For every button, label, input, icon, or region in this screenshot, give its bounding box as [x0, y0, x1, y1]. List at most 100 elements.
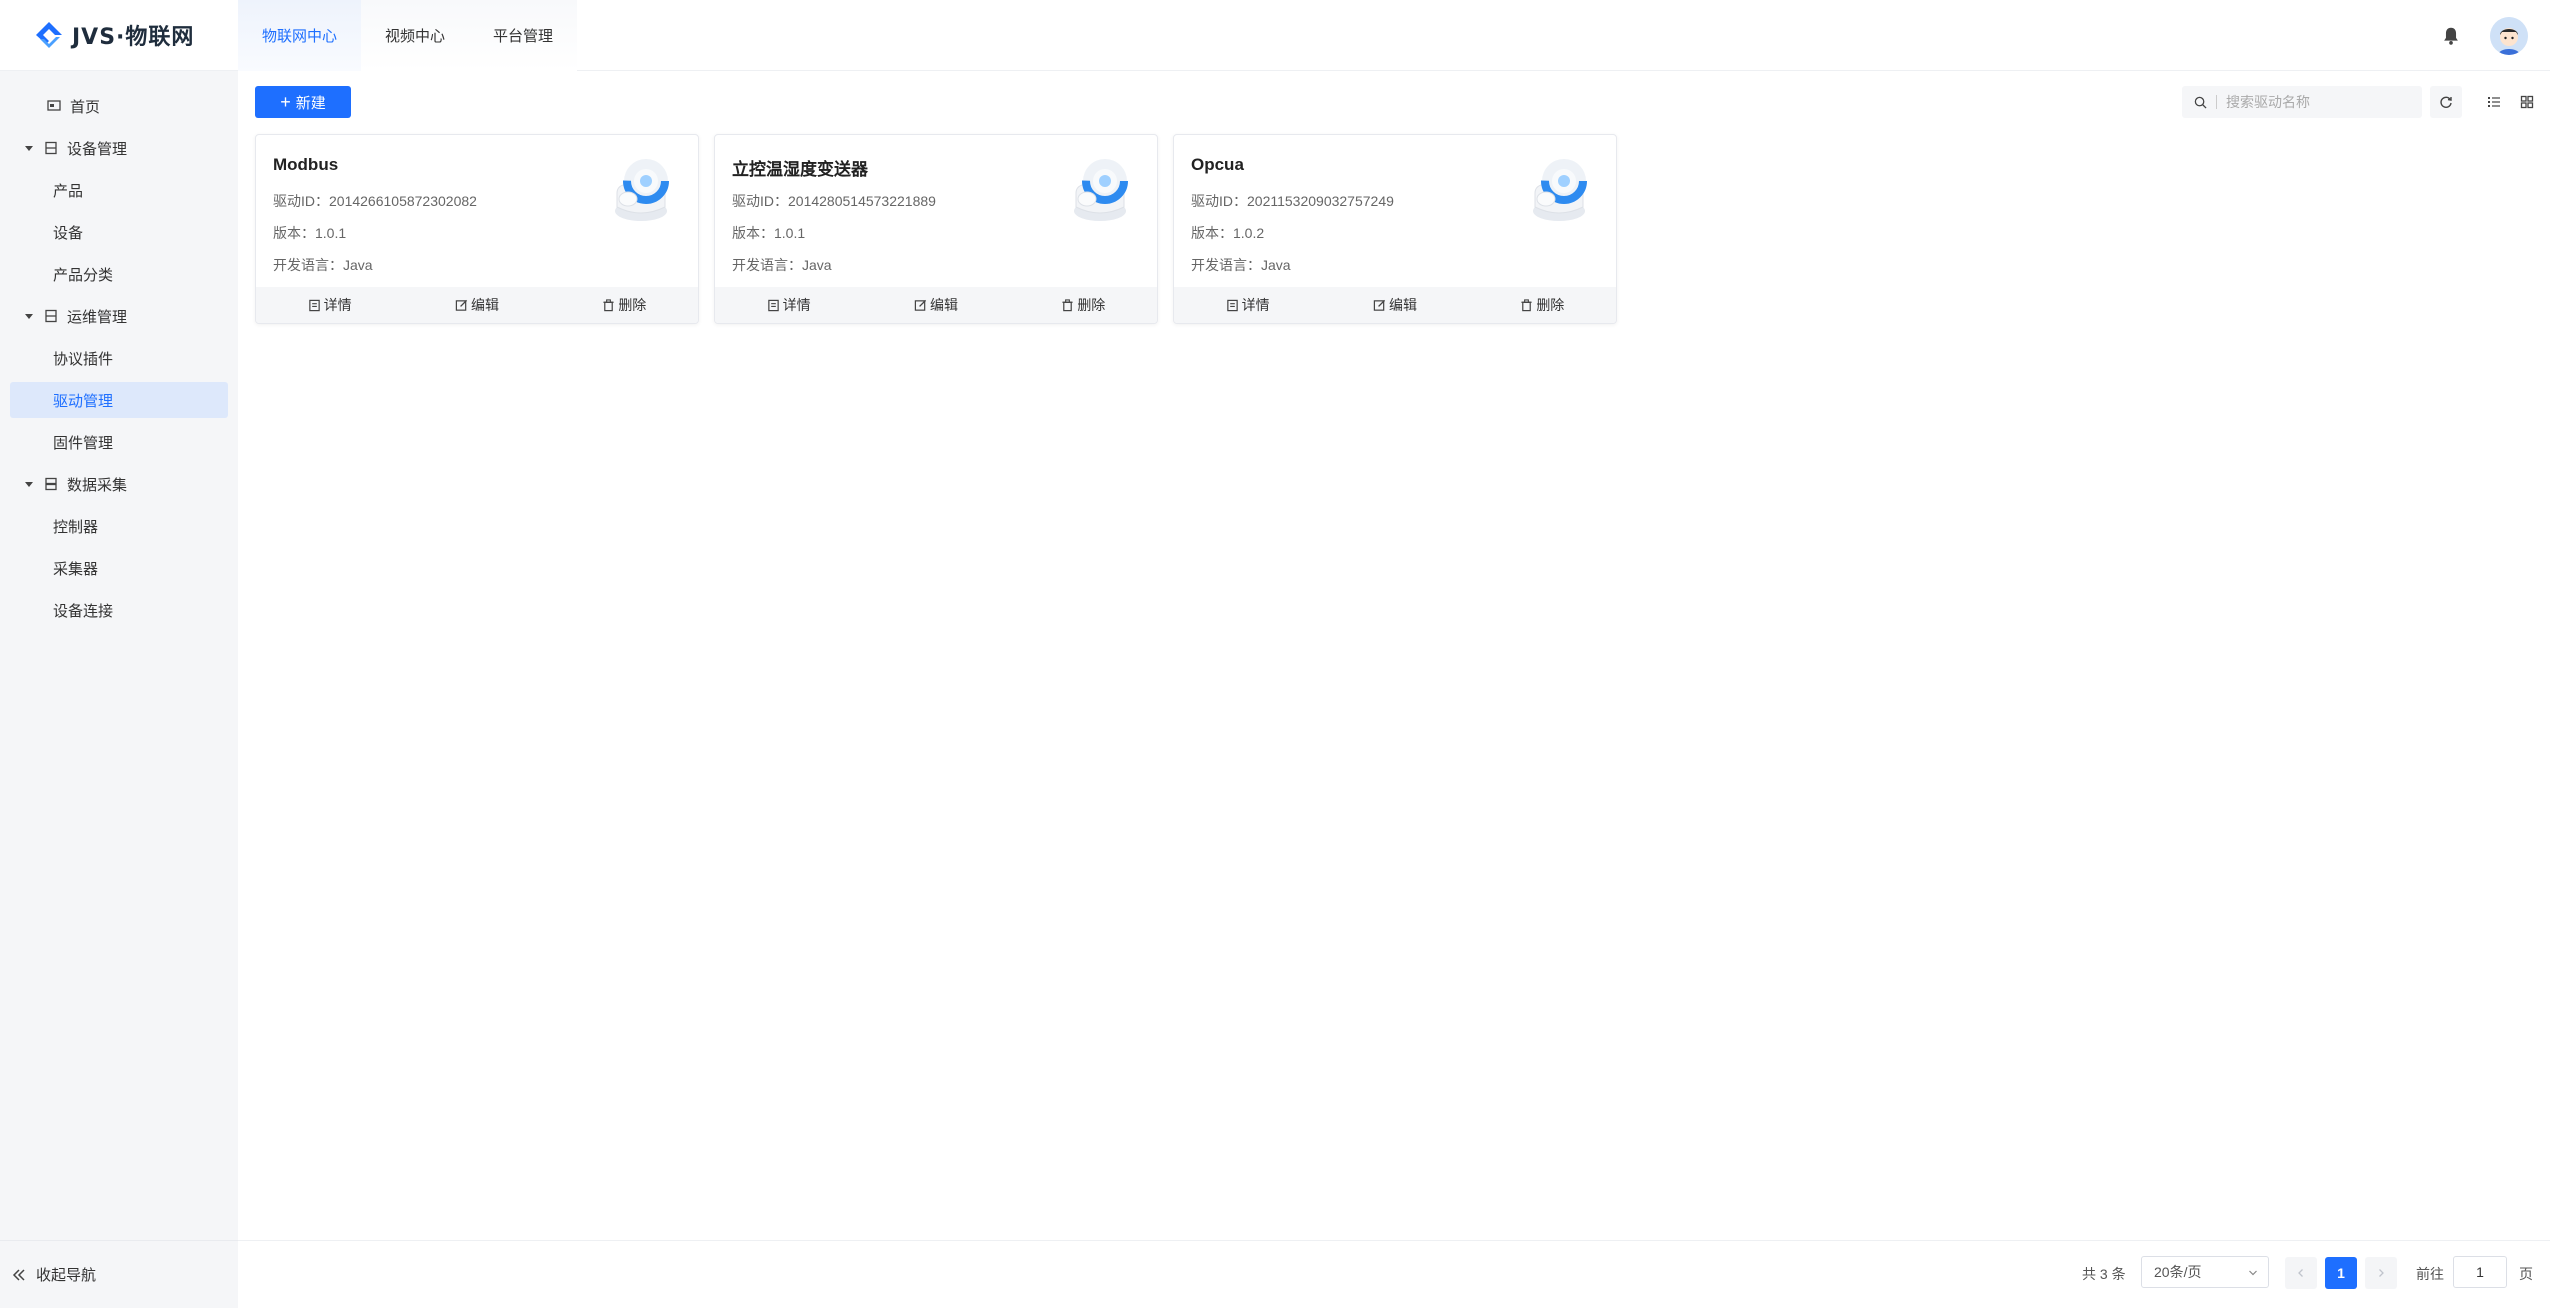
next-page-button[interactable] — [2365, 1257, 2397, 1289]
sidebar-group-device-management[interactable]: 设备管理 — [10, 130, 228, 166]
driver-card-version: 版本：1.0.1 — [273, 225, 347, 241]
search-icon — [2194, 96, 2207, 109]
top-tabs: 物联网中心 视频中心 平台管理 — [238, 0, 578, 71]
delete-button[interactable]: 删除 — [551, 287, 698, 323]
chevron-left-icon — [2298, 1269, 2303, 1277]
delete-label: 删除 — [1077, 297, 1106, 313]
driver-card-version: 版本：1.0.1 — [732, 225, 806, 241]
sidebar-item-label: 协议插件 — [53, 350, 114, 368]
edit-button[interactable]: 编辑 — [862, 287, 1009, 323]
sidebar-item-product-category[interactable]: 产品分类 — [10, 256, 228, 292]
tab-iot-center[interactable]: 物联网中心 — [238, 0, 362, 71]
detail-button[interactable]: 详情 — [715, 287, 862, 323]
sidebar: 首页 设备管理 产品 设备 产品分类 运维管理 协议插件 驱动管理 固件管理 数… — [0, 71, 238, 1308]
sidebar-item-label: 数据采集 — [67, 476, 128, 494]
driver-card-id: 驱动ID：2014280514573221889 — [732, 193, 936, 209]
prev-page-button[interactable] — [2285, 1257, 2317, 1289]
bell-icon[interactable] — [2440, 25, 2462, 47]
sidebar-item-home[interactable]: 首页 — [10, 88, 228, 124]
tab-platform-management[interactable]: 平台管理 — [469, 0, 578, 71]
data-icon — [45, 477, 57, 491]
page-size-value: 20条/页 — [2154, 1264, 2202, 1280]
detail-button[interactable]: 详情 — [1174, 287, 1321, 323]
detail-icon — [767, 299, 779, 311]
page-number-button[interactable]: 1 — [2325, 1257, 2357, 1289]
driver-card[interactable]: Modbus 驱动ID：2014266105872302082 版本：1.0.1… — [255, 134, 699, 324]
driver-card-title: Opcua — [1191, 155, 1244, 174]
page-size-select[interactable]: 20条/页 — [2141, 1256, 2269, 1288]
home-icon — [47, 100, 61, 111]
avatar[interactable] — [2490, 16, 2528, 55]
sidebar-item-product[interactable]: 产品 — [10, 172, 228, 208]
driver-icon — [1074, 158, 1128, 221]
driver-card-version: 版本：1.0.2 — [1191, 225, 1265, 241]
goto-page-input[interactable]: 1 — [2453, 1256, 2507, 1288]
edit-button[interactable]: 编辑 — [403, 287, 550, 323]
sidebar-item-device[interactable]: 设备 — [10, 214, 228, 250]
avatar-icon — [2490, 16, 2528, 55]
tab-video-center[interactable]: 视频中心 — [361, 0, 470, 71]
chevron-down-icon — [2249, 1270, 2257, 1276]
refresh-icon — [2440, 96, 2452, 108]
trash-icon — [1521, 298, 1532, 311]
sidebar-item-label: 采集器 — [53, 560, 99, 578]
header-right — [2440, 0, 2528, 71]
edit-icon — [914, 299, 927, 311]
list-view-button[interactable] — [2478, 86, 2510, 118]
driver-card-language: 开发语言：Java — [1191, 257, 1291, 273]
driver-card-actions: 详情 编辑 删除 — [1174, 287, 1616, 323]
chevron-right-icon — [2379, 1269, 2384, 1277]
logo[interactable]: JVS·物联网 — [0, 0, 238, 71]
sidebar-item-label: 产品 — [53, 182, 84, 200]
search-box — [2182, 86, 2422, 118]
driver-card[interactable]: 立控温湿度变送器 驱动ID：2014280514573221889 版本：1.0… — [714, 134, 1158, 324]
sidebar-item-label: 固件管理 — [53, 434, 114, 452]
sidebar-item-driver-management[interactable]: 驱动管理 — [10, 382, 228, 418]
driver-card-actions: 详情 编辑 删除 — [715, 287, 1157, 323]
edit-label: 编辑 — [1388, 297, 1417, 313]
sidebar-item-device-connection[interactable]: 设备连接 — [10, 592, 228, 628]
collapse-nav-label: 收起导航 — [36, 1267, 97, 1284]
sidebar-group-ops-management[interactable]: 运维管理 — [10, 298, 228, 334]
sidebar-item-protocol-plugin[interactable]: 协议插件 — [10, 340, 228, 376]
main-content: + 新建 Modbus 驱动ID：20142661 — [238, 71, 2550, 1308]
sidebar-group-data-collection[interactable]: 数据采集 — [10, 466, 228, 502]
sidebar-item-label: 产品分类 — [53, 266, 114, 284]
search-input[interactable] — [2226, 94, 2406, 110]
list-view-icon — [2488, 97, 2500, 107]
detail-button[interactable]: 详情 — [256, 287, 403, 323]
new-button[interactable]: + 新建 — [255, 86, 351, 118]
sidebar-item-label: 运维管理 — [67, 308, 128, 326]
collapse-nav-button[interactable]: 收起导航 — [0, 1240, 238, 1308]
driver-card-title: Modbus — [273, 155, 339, 174]
sidebar-item-firmware-management[interactable]: 固件管理 — [10, 424, 228, 460]
driver-card-id: 驱动ID：2021153209032757249 — [1191, 193, 1394, 209]
device-icon — [45, 141, 57, 155]
sidebar-item-collector[interactable]: 采集器 — [10, 550, 228, 586]
caret-down-icon — [25, 146, 33, 151]
driver-card-language: 开发语言：Java — [273, 257, 373, 273]
sidebar-item-label: 首页 — [70, 98, 101, 116]
card-view-button[interactable] — [2511, 86, 2543, 118]
driver-card-language: 开发语言：Java — [732, 257, 832, 273]
sidebar-item-label: 控制器 — [53, 518, 99, 536]
caret-down-icon — [25, 482, 33, 487]
driver-card[interactable]: Opcua 驱动ID：2021153209032757249 版本：1.0.2 … — [1173, 134, 1617, 324]
driver-card-id: 驱动ID：2014266105872302082 — [273, 193, 477, 209]
edit-button[interactable]: 编辑 — [1321, 287, 1468, 323]
delete-label: 删除 — [618, 297, 647, 313]
driver-card-actions: 详情 编辑 删除 — [256, 287, 698, 323]
delete-button[interactable]: 删除 — [1469, 287, 1616, 323]
edit-label: 编辑 — [929, 297, 958, 313]
delete-label: 删除 — [1536, 297, 1565, 313]
trash-icon — [1062, 298, 1073, 311]
sidebar-item-label: 设备管理 — [67, 140, 128, 158]
refresh-button[interactable] — [2430, 86, 2462, 118]
new-button-label: 新建 — [295, 94, 326, 112]
sidebar-item-label: 设备连接 — [53, 602, 114, 620]
caret-down-icon — [25, 314, 33, 319]
sidebar-item-controller[interactable]: 控制器 — [10, 508, 228, 544]
driver-icon — [1533, 158, 1587, 221]
delete-button[interactable]: 删除 — [1010, 287, 1157, 323]
detail-icon — [308, 299, 320, 311]
